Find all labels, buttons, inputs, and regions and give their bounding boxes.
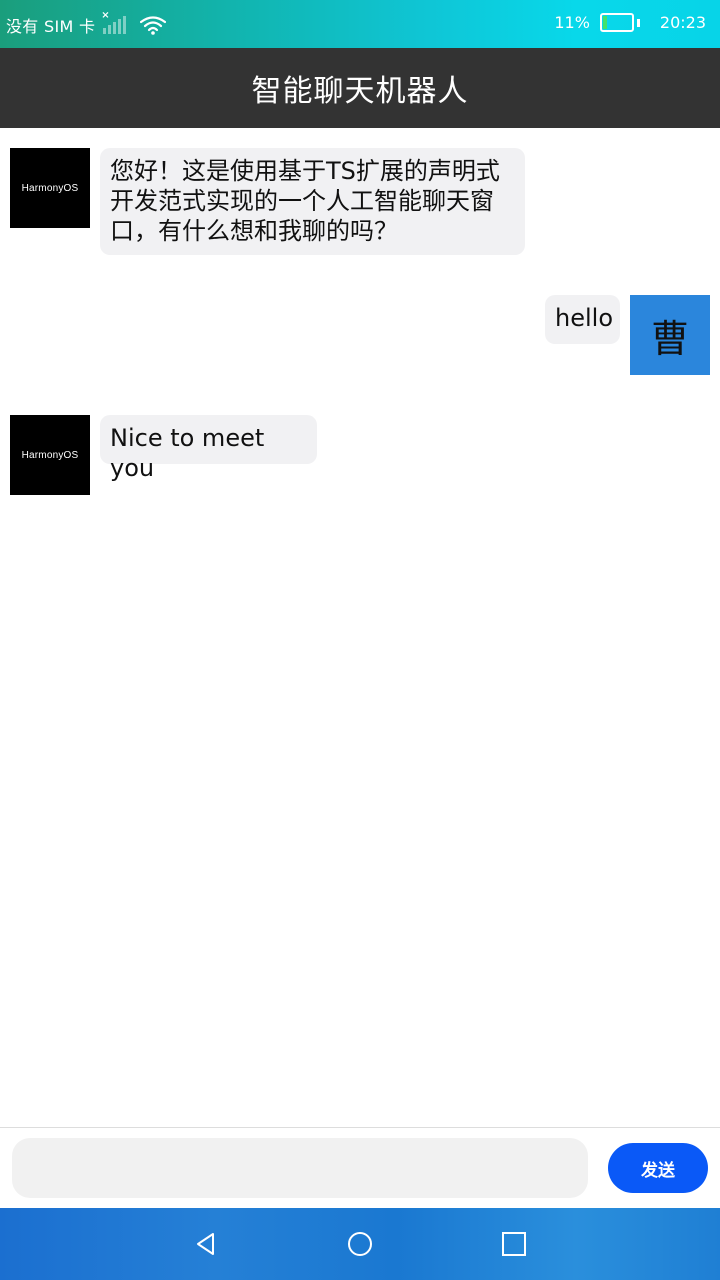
user-avatar: 曹 xyxy=(630,295,710,375)
user-message-bubble: hello xyxy=(545,295,620,344)
wifi-icon xyxy=(140,16,167,35)
navigation-bar xyxy=(0,1208,720,1280)
message-text: hello xyxy=(555,304,613,332)
page-title: 智能聊天机器人 xyxy=(251,74,469,109)
bot-avatar: HarmonyOS xyxy=(10,148,90,228)
bot-avatar: HarmonyOS xyxy=(10,415,90,495)
recent-square-icon[interactable] xyxy=(501,1231,527,1257)
message-input[interactable] xyxy=(12,1138,588,1198)
battery-percent: 11% xyxy=(554,13,590,32)
message-text: 您好！这是使用基于TS扩展的声明式开发范式实现的一个人工智能聊天窗口，有什么想和… xyxy=(110,157,500,245)
send-button[interactable]: 发送 xyxy=(608,1143,708,1193)
battery-tip xyxy=(636,18,640,27)
signal-icon: × xyxy=(101,10,128,34)
user-avatar-tile: 曹 xyxy=(630,295,710,375)
avatar-logo-text: HarmonyOS xyxy=(21,182,79,194)
sim-status-text: 没有 SIM 卡 xyxy=(6,17,96,36)
back-triangle-icon[interactable] xyxy=(193,1231,219,1257)
battery-icon xyxy=(599,13,634,32)
status-right: 11% 20:23 xyxy=(554,13,706,32)
status-left: 没有 SIM 卡 × xyxy=(6,10,167,37)
home-circle-icon[interactable] xyxy=(347,1231,373,1257)
message-text: Nice to meet you xyxy=(110,424,265,482)
avatar-logo-text: HarmonyOS xyxy=(21,449,79,461)
bot-message-bubble: Nice to meet you xyxy=(100,415,317,482)
clock: 20:23 xyxy=(659,13,706,32)
harmonyos-logo: HarmonyOS xyxy=(10,148,90,228)
title-bar: 智能聊天机器人 xyxy=(0,48,720,128)
status-bar: 没有 SIM 卡 × 11% 20:23 xyxy=(0,0,720,48)
harmonyos-logo: HarmonyOS xyxy=(10,415,90,495)
user-avatar-char: 曹 xyxy=(650,316,689,361)
bot-message-bubble: 您好！这是使用基于TS扩展的声明式开发范式实现的一个人工智能聊天窗口，有什么想和… xyxy=(100,148,525,255)
input-area: 发送 xyxy=(0,1127,720,1208)
